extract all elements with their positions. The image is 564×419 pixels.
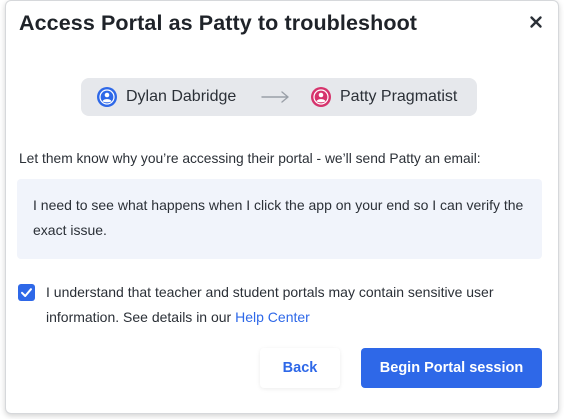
- dialog-title: Access Portal as Patty to troubleshoot: [19, 11, 418, 35]
- from-user-name: Dylan Dabridge: [126, 88, 237, 105]
- user-circle-icon: [311, 87, 331, 107]
- access-portal-dialog: Access Portal as Patty to troubleshoot D…: [5, 0, 559, 414]
- consent-checkbox[interactable]: [18, 284, 35, 301]
- arrow-right-icon: [261, 91, 289, 103]
- reason-message-input[interactable]: I need to see what happens when I click …: [17, 179, 542, 259]
- consent-text: I understand that teacher and student po…: [46, 280, 541, 330]
- to-user-name: Patty Pragmatist: [340, 88, 458, 105]
- back-button[interactable]: Back: [260, 348, 340, 388]
- user-circle-icon: [97, 87, 117, 107]
- from-user: Dylan Dabridge: [97, 87, 236, 107]
- begin-portal-session-button[interactable]: Begin Portal session: [361, 348, 542, 388]
- to-user: Patty Pragmatist: [311, 87, 457, 107]
- help-center-link[interactable]: Help Center: [235, 309, 310, 325]
- impersonation-path: Dylan Dabridge Patty Pragmatist: [81, 78, 477, 116]
- checkmark-icon: [21, 288, 32, 297]
- close-icon[interactable]: [528, 14, 544, 30]
- reason-prompt: Let them know why you’re accessing their…: [19, 151, 481, 166]
